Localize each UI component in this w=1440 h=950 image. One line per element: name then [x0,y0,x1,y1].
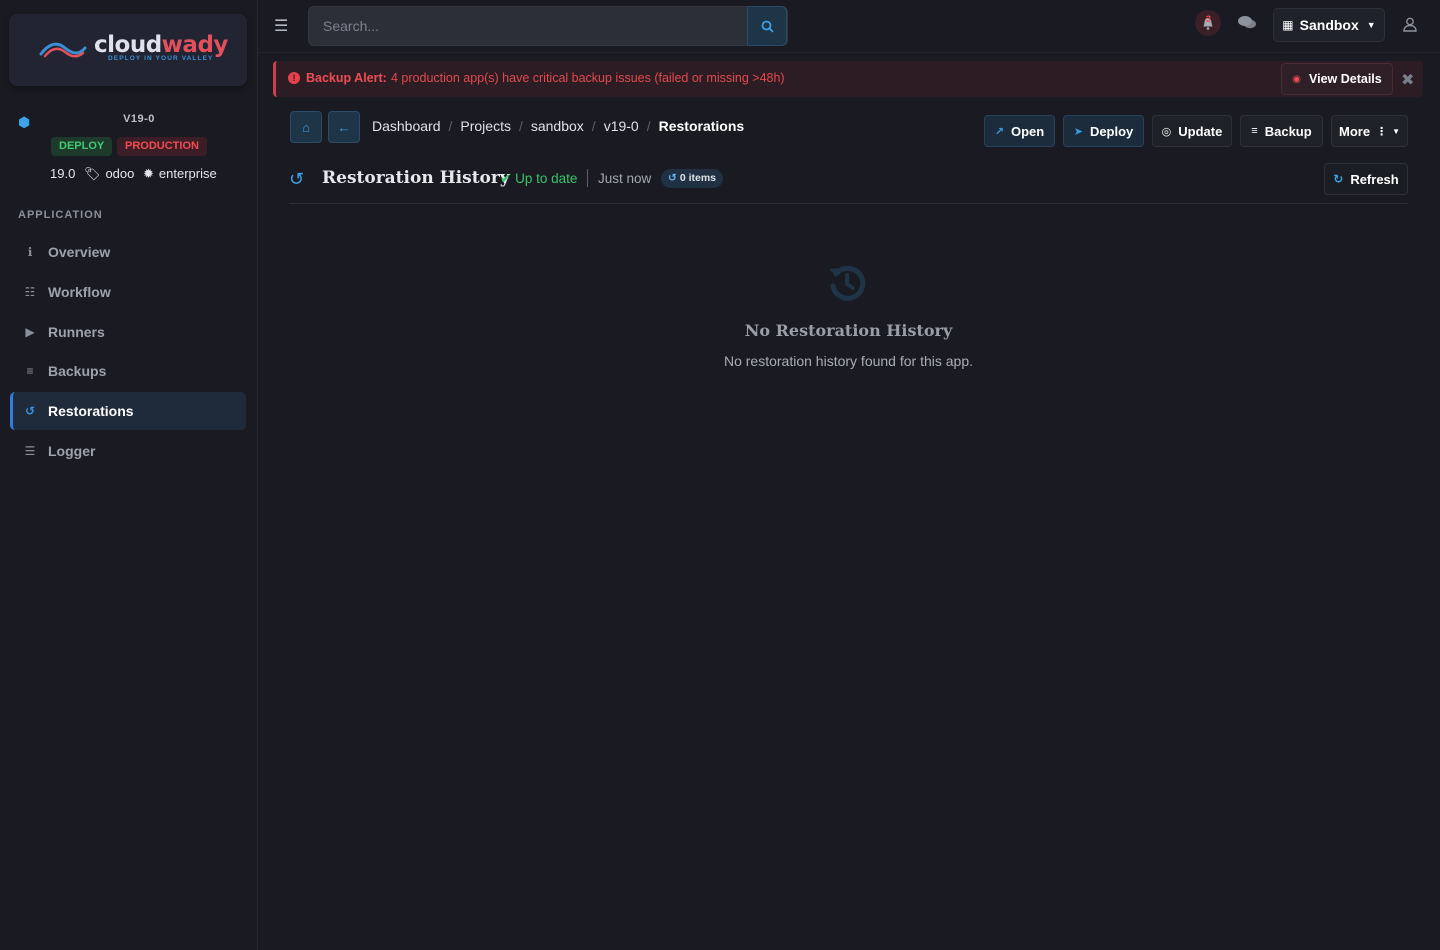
deploy-badge: DEPLOY [51,137,113,156]
breadcrumb: Dashboard / Projects / sandbox / v19-0 / Res… [372,118,744,134]
page-title: Restoration History [322,168,510,188]
history-icon: ↺ [289,169,305,189]
breadcrumb-separator: / [646,118,651,134]
last-updated: Just now [598,171,652,186]
arrow-circle-up-icon: ◎ [1161,125,1172,138]
backup-button[interactable]: ≡ Backup [1240,115,1323,147]
breadcrumb-dashboard[interactable]: Dashboard [372,118,441,134]
notification-count: 3 [1206,14,1212,24]
status-divider [587,169,588,187]
chat-button[interactable] [1237,14,1257,33]
home-button[interactable]: ⌂ [290,111,322,143]
sidebar-item-overview[interactable]: ℹ Overview [10,233,246,271]
user-menu[interactable] [1403,17,1417,35]
brand-logo[interactable]: cloudwady DEPLOY IN YOUR VALLEY [9,14,247,86]
sidebar-item-label: Workflow [48,284,111,300]
database-icon: ≡ [1251,125,1258,137]
history-icon [829,265,866,301]
sync-status-label: Up to date [515,171,578,186]
section-label: APPLICATION [18,209,103,221]
caret-down-icon: ▼ [1366,20,1376,30]
refresh-label: Refresh [1350,171,1399,187]
breadcrumb-current: Restorations [658,118,745,134]
search-box [308,6,788,46]
backup-label: Backup [1264,123,1312,139]
search-button[interactable] [747,6,787,46]
comments-icon [1238,16,1256,29]
sidebar-item-workflow[interactable]: ☷ Workflow [10,273,246,311]
home-icon: ⌂ [302,119,310,135]
breadcrumb-separator: / [518,118,523,134]
sidebar-item-logger[interactable]: ☰ Logger [10,432,246,470]
search-icon [761,20,774,33]
alert-title: Backup Alert: [306,71,387,85]
exclamation-circle-icon: ! [288,72,300,84]
eye-icon: ◉ [1292,73,1301,85]
history-icon: ↺ [668,172,677,184]
content-divider [289,203,1408,204]
empty-state-text: No restoration history found for this ap… [723,353,974,369]
view-details-label: View Details [1309,72,1382,86]
sidebar-item-label: Logger [48,443,96,459]
back-button[interactable]: ← [328,111,360,143]
tag-icon: 🏷︎ [83,166,101,181]
sidebar: cloudwady DEPLOY IN YOUR VALLEY ⬢ V19-0 … [0,0,258,950]
sync-icon: ↻ [1333,172,1344,186]
rocket-icon: ➤ [1073,125,1083,138]
topbar-divider [258,52,1440,53]
breadcrumb-separator: / [448,118,453,134]
caret-down-icon: ▼ [1392,126,1400,136]
sidebar-item-label: Overview [48,244,111,260]
menu-toggle-icon[interactable]: ☰ [274,16,288,36]
arrow-left-icon: ← [337,119,351,135]
update-button[interactable]: ◎ Update [1152,115,1232,147]
alert-message: 4 production app(s) have critical backup… [391,71,785,85]
app-meta: 19.0 🏷︎ odoo ✹ enterprise [50,166,222,182]
sidebar-item-restorations[interactable]: ↺ Restorations [10,392,246,430]
more-label: More [1339,123,1371,139]
items-count: 0 items [679,172,716,184]
external-link-icon: ↗ [994,125,1004,138]
app-version: 19.0 [50,166,76,181]
search-input[interactable] [309,7,749,45]
user-icon [1403,17,1417,32]
building-icon: ▦ [1282,18,1294,32]
refresh-button[interactable]: ↻ Refresh [1324,163,1408,195]
breadcrumb-app[interactable]: v19-0 [604,118,639,134]
app-name: V19-0 [123,113,155,125]
sync-status: ✔ Up to date [500,171,577,187]
environment-dropdown[interactable]: ▦ Sandbox ▼ [1273,8,1385,42]
gear-icon: ✹ [143,166,154,181]
sitemap-icon: ☷ [24,285,36,299]
check-icon: ✔ [500,171,512,186]
empty-state-title: No Restoration History [744,321,953,340]
update-label: Update [1178,123,1223,139]
more-dropdown[interactable]: More ⋮ ▼ [1331,115,1408,147]
info-circle-icon: ℹ [27,245,33,259]
breadcrumb-separator: / [591,118,596,134]
breadcrumb-sandbox[interactable]: sandbox [531,118,584,134]
open-label: Open [1010,123,1045,139]
app-platform: odoo [105,166,135,181]
items-count-badge: ↺ 0 items [661,169,723,188]
breadcrumb-projects[interactable]: Projects [460,118,511,134]
brand-tagline: DEPLOY IN YOUR VALLEY [108,55,214,62]
environment-label: Sandbox [1299,17,1359,33]
file-text-icon: ☰ [24,444,36,458]
backup-alert: ! Backup Alert: 4 production app(s) have… [273,61,1423,97]
ellipsis-vertical-icon: ⋮ [1376,125,1388,138]
logo-wave-icon [39,42,87,58]
close-icon[interactable]: ✖ [1401,70,1414,90]
history-icon: ↺ [24,404,36,418]
app-edition: enterprise [158,166,217,181]
deploy-button[interactable]: ➤ Deploy [1063,115,1144,147]
deploy-label: Deploy [1089,123,1134,139]
sidebar-item-label: Restorations [48,403,134,419]
view-details-button[interactable]: ◉ View Details [1281,63,1393,95]
production-badge: PRODUCTION [117,137,207,156]
open-button[interactable]: ↗ Open [984,115,1055,147]
